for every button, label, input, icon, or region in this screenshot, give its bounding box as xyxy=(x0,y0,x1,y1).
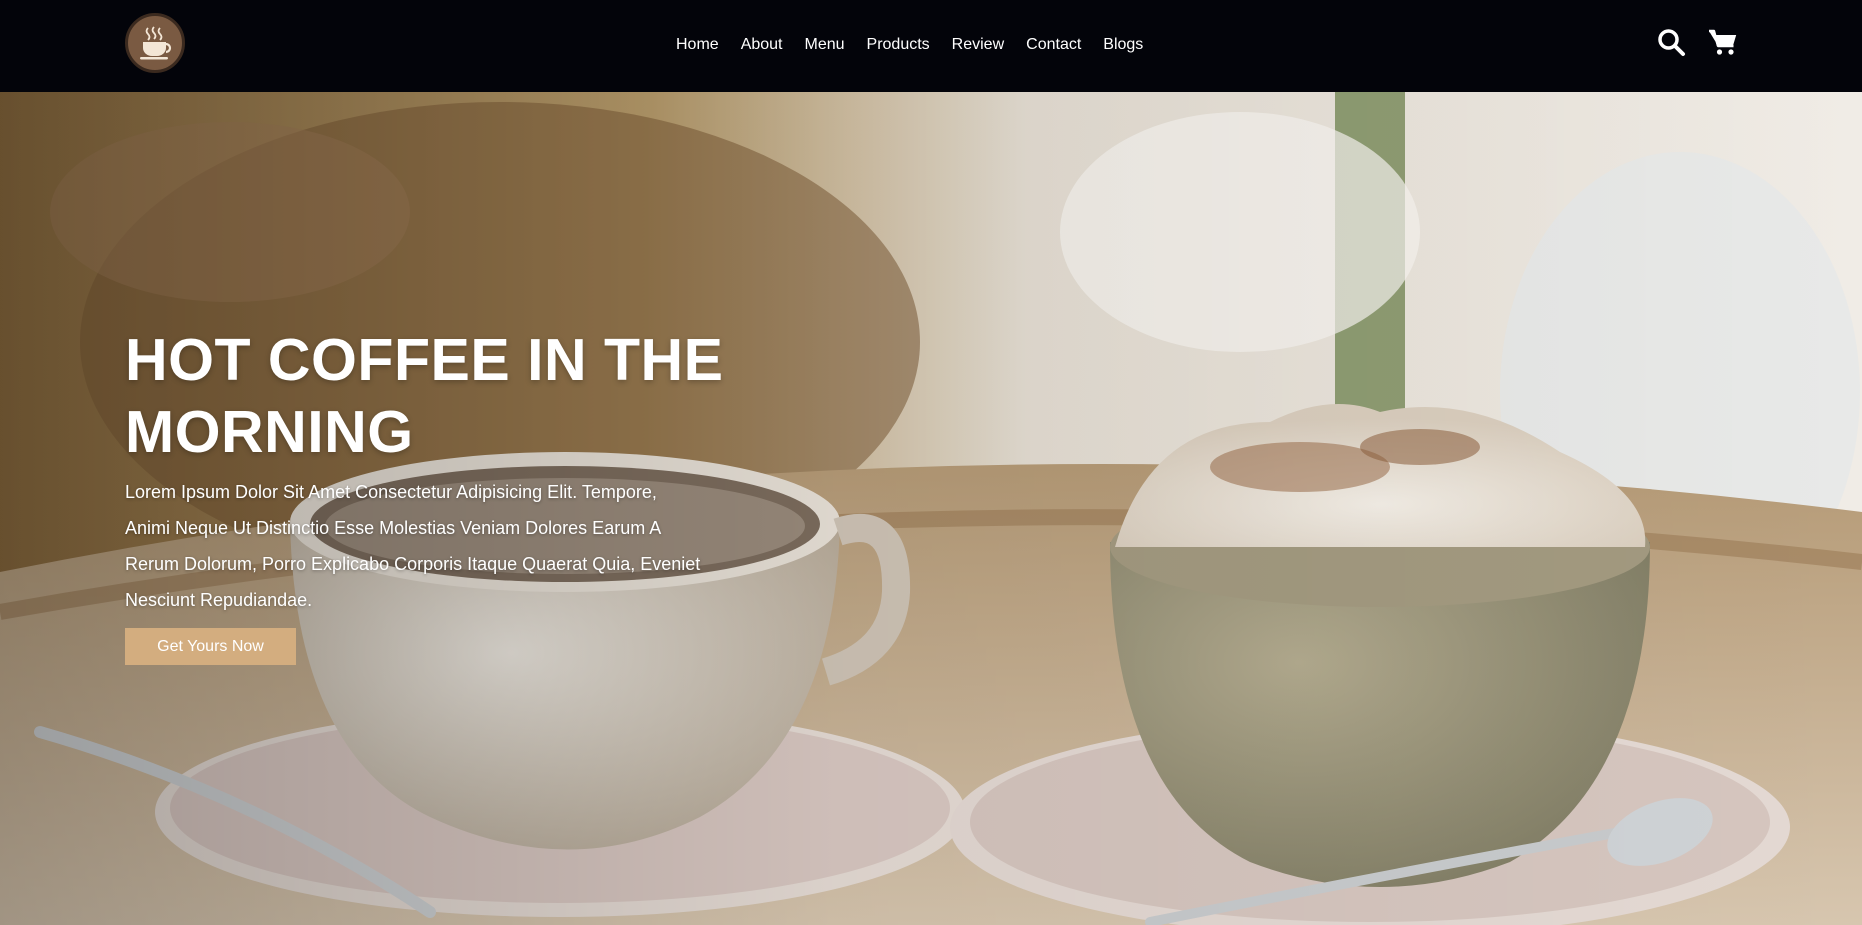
header-actions xyxy=(1656,27,1738,57)
hero-title: HOT COFFEE IN THE MORNING xyxy=(125,324,725,468)
logo[interactable] xyxy=(125,13,185,73)
nav-contact[interactable]: Contact xyxy=(1026,36,1081,54)
cart-icon[interactable] xyxy=(1708,27,1738,57)
nav-products[interactable]: Products xyxy=(867,36,930,54)
hero-content: HOT COFFEE IN THE MORNING Lorem Ipsum Do… xyxy=(125,324,725,665)
get-yours-now-button[interactable]: Get Yours Now xyxy=(125,628,296,665)
nav-blogs[interactable]: Blogs xyxy=(1103,36,1143,54)
hero-title-line2: MORNING xyxy=(125,399,414,465)
hero-description: Lorem Ipsum Dolor Sit Amet Consectetur A… xyxy=(125,482,701,610)
main-nav: Home About Menu Products Review Contact … xyxy=(676,33,1143,57)
search-icon[interactable] xyxy=(1656,27,1686,57)
nav-home[interactable]: Home xyxy=(676,36,719,54)
nav-menu[interactable]: Menu xyxy=(805,36,845,54)
site-header: Home About Menu Products Review Contact … xyxy=(0,0,1862,92)
nav-review[interactable]: Review xyxy=(952,36,1004,54)
coffee-cup-icon xyxy=(140,26,172,60)
hero-section: HOT COFFEE IN THE MORNING Lorem Ipsum Do… xyxy=(0,92,1862,925)
hero-title-line1: HOT COFFEE IN THE xyxy=(125,327,724,393)
nav-about[interactable]: About xyxy=(741,36,783,54)
